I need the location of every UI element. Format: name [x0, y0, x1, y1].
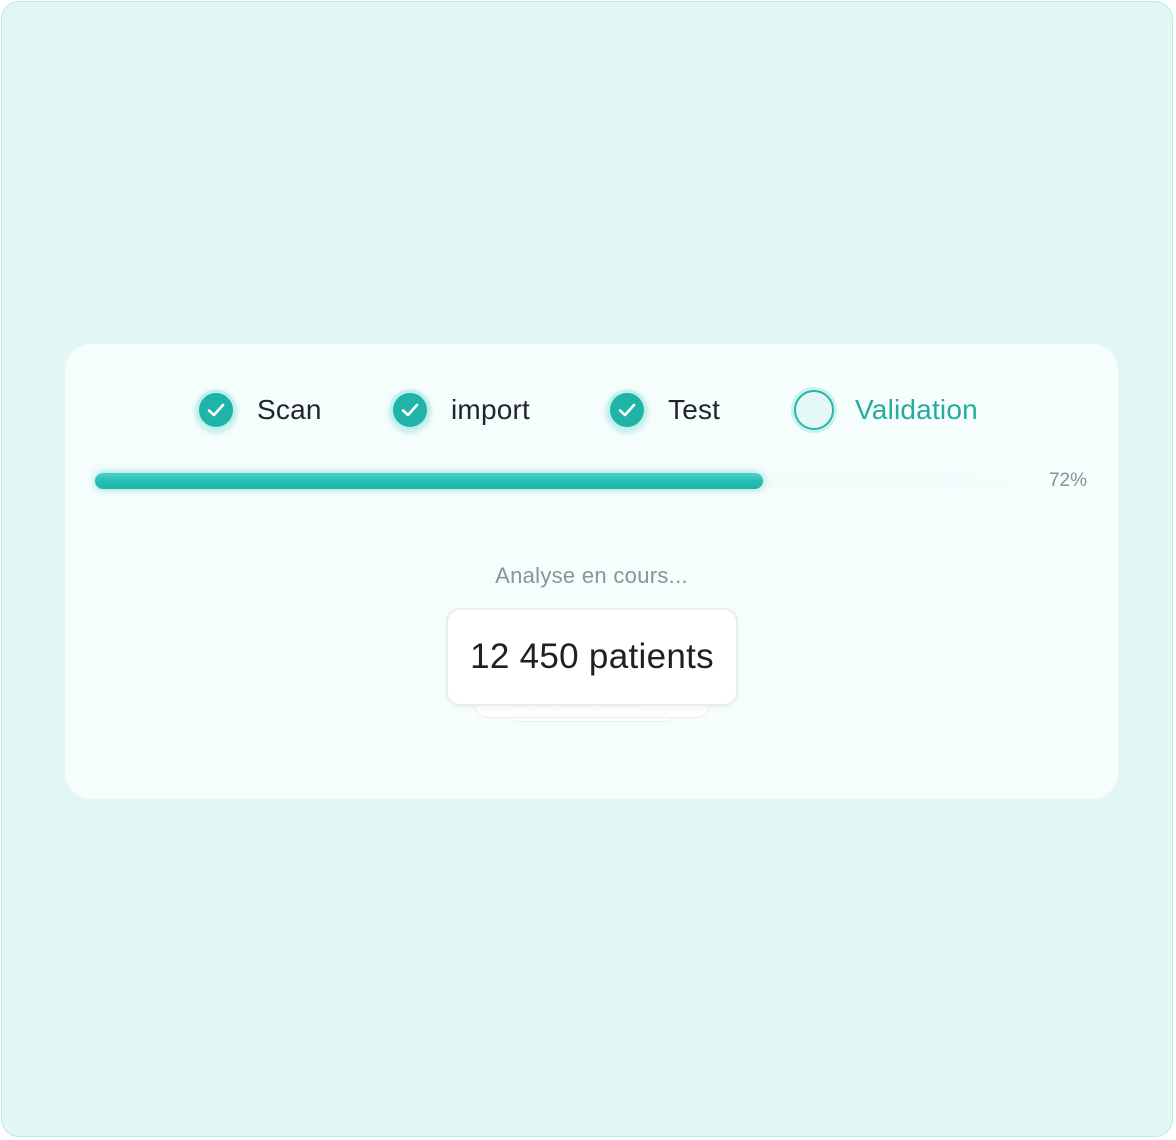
step-import: import: [390, 388, 530, 432]
check-icon: [607, 390, 647, 430]
step-label-import: import: [451, 394, 530, 425]
app-frame: Scan import Test Validation 72% Analyse …: [1, 1, 1173, 1137]
step-label-scan: Scan: [257, 394, 322, 425]
progress-card: Scan import Test Validation 72% Analyse …: [64, 343, 1119, 800]
progress-bar-fill: [95, 473, 763, 489]
stepper: Scan import Test Validation: [65, 388, 1118, 432]
counter-card: 12 450 patients: [446, 608, 738, 706]
step-validation: Validation: [794, 388, 978, 432]
empty-circle-icon: [794, 390, 834, 430]
progress-bar: [95, 473, 1023, 489]
step-label-validation: Validation: [855, 394, 978, 425]
check-icon: [390, 390, 430, 430]
status-text: Analyse en cours...: [495, 563, 688, 588]
patient-counter: 12 450 patients: [446, 608, 738, 728]
progress-percent: 72%: [1048, 470, 1087, 491]
step-scan: Scan: [196, 388, 322, 432]
check-icon: [196, 390, 236, 430]
step-label-test: Test: [668, 394, 721, 425]
step-test: Test: [607, 388, 720, 432]
patient-count: 12 450 patients: [470, 637, 714, 676]
